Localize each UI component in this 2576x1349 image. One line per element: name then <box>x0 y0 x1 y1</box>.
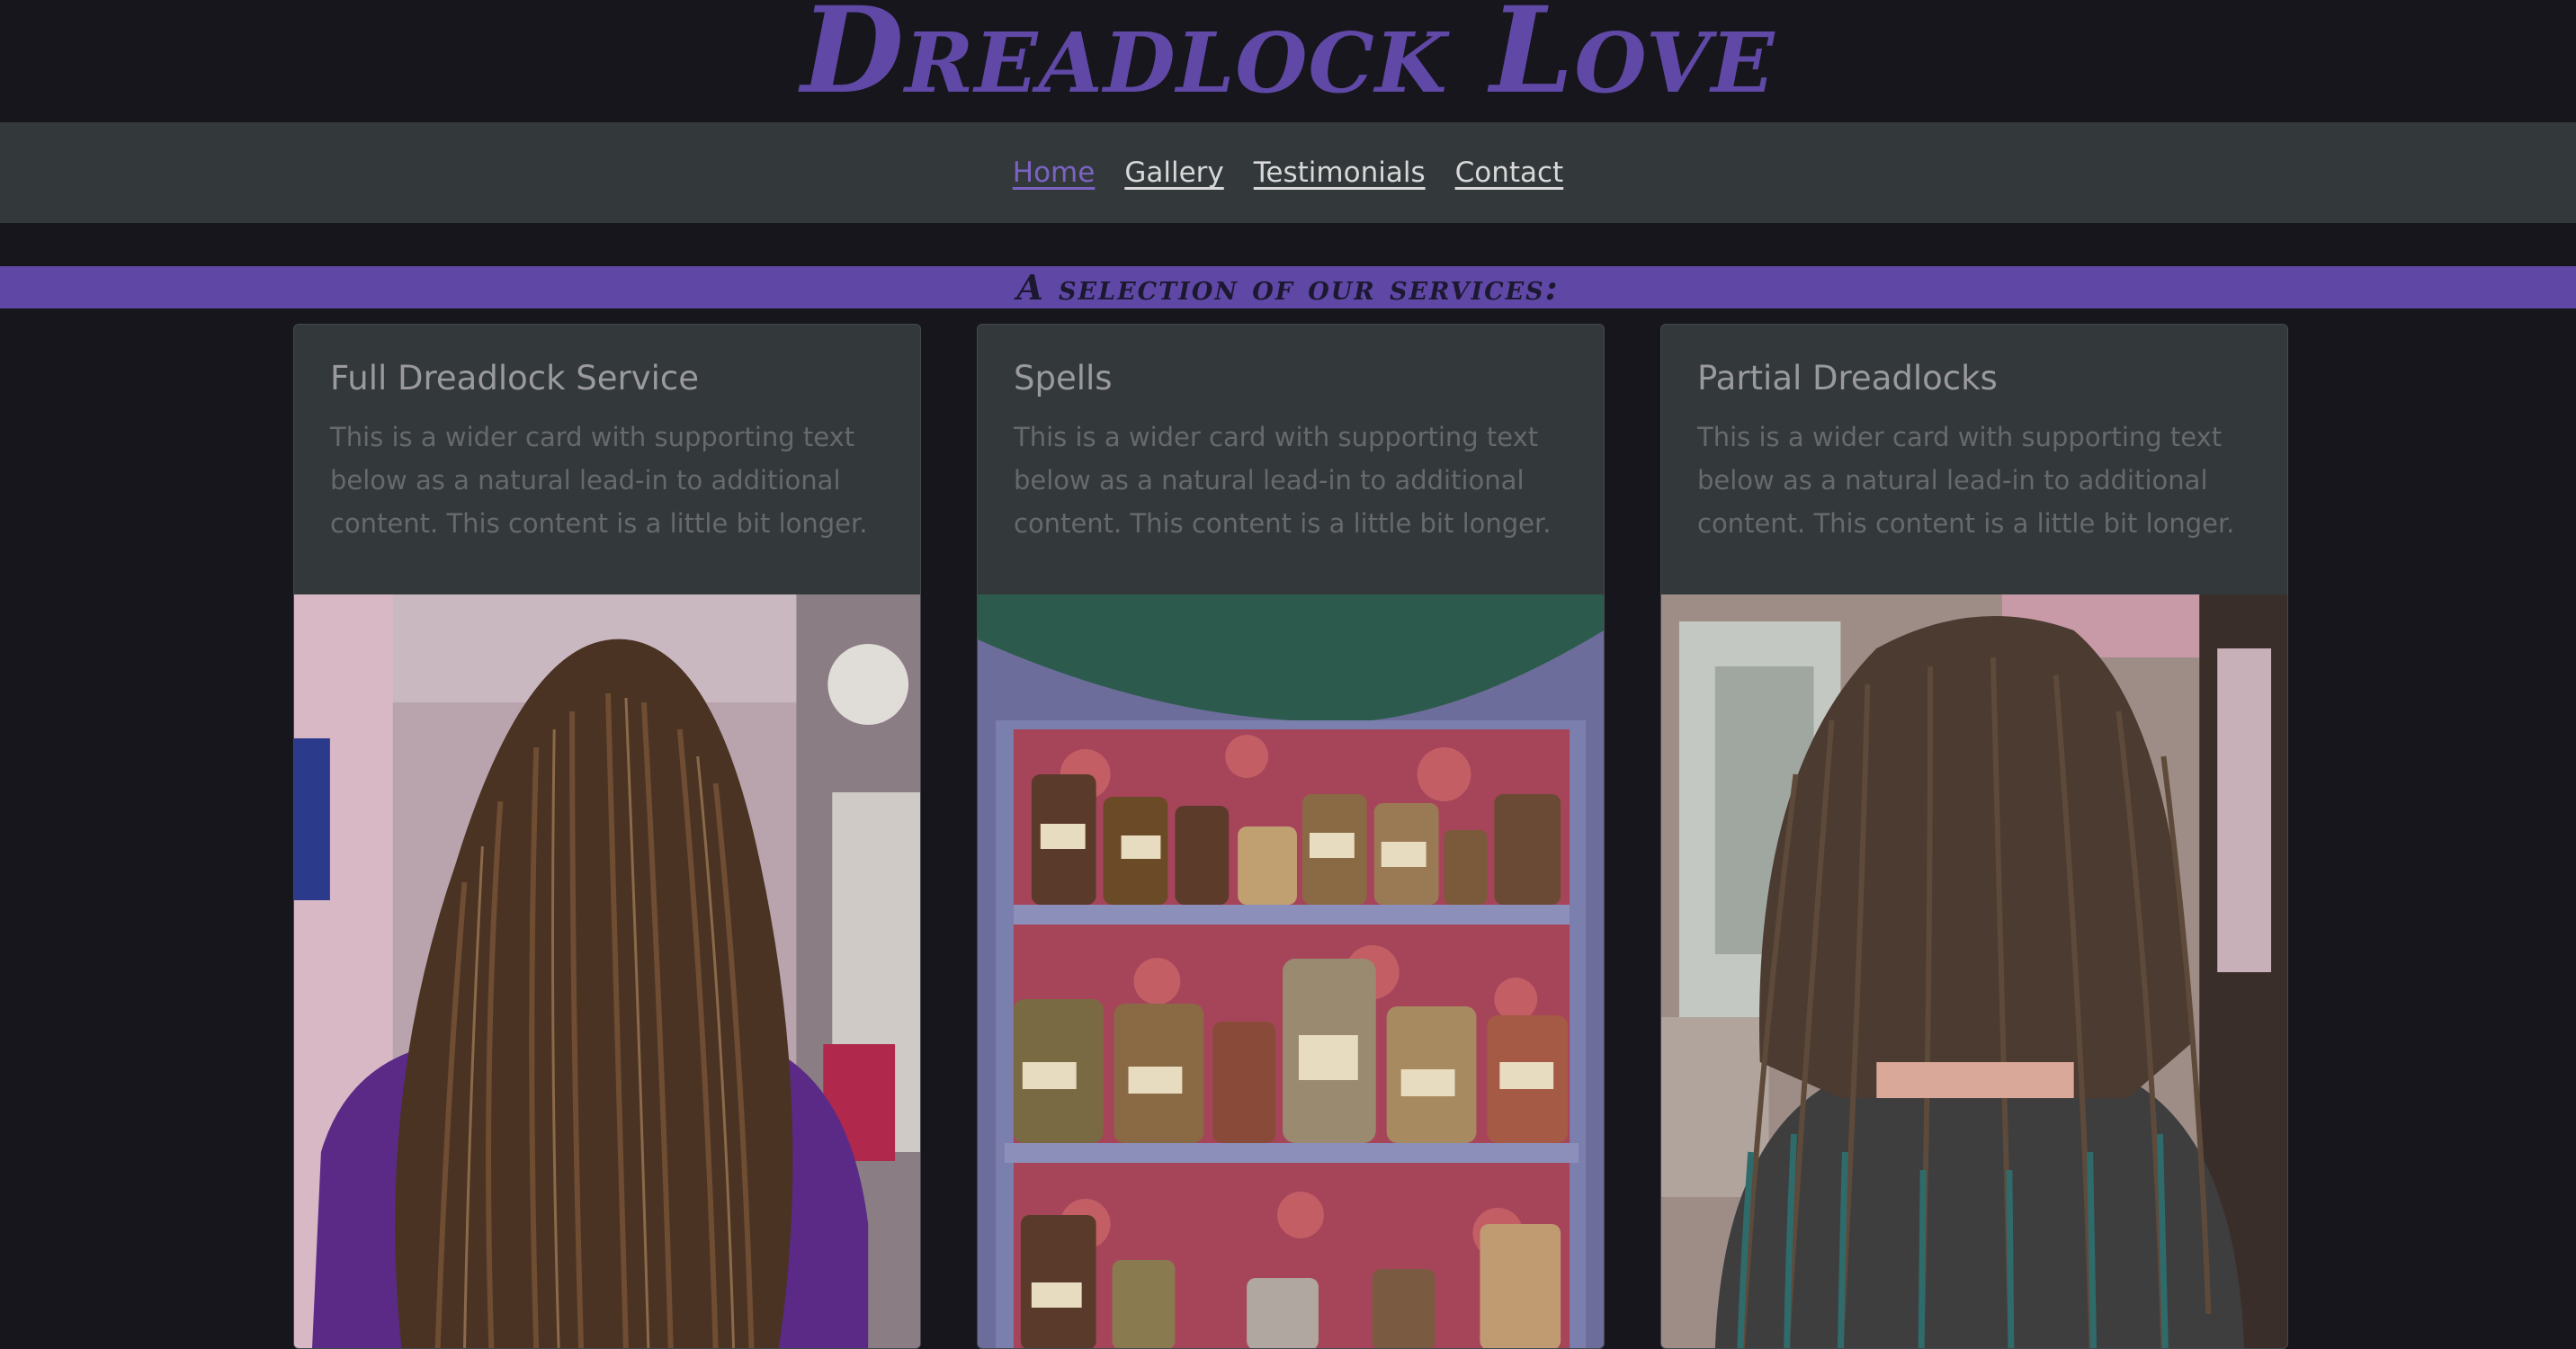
nav-link-contact[interactable]: Contact <box>1455 156 1564 189</box>
nav-link-home[interactable]: Home <box>1013 156 1096 189</box>
card-image-spell-jars-shelf <box>978 594 1604 1348</box>
main-navbar: Home Gallery Testimonials Contact <box>0 122 2576 223</box>
service-card-partial-dreadlocks: Partial Dreadlocks This is a wider card … <box>1660 324 2288 1349</box>
card-title: Spells <box>1014 359 1113 398</box>
card-image-dreadlocks-back <box>294 594 920 1348</box>
services-heading: A selection of our services: <box>0 266 2576 308</box>
card-image-partial-dreadlocks-back <box>1661 594 2287 1348</box>
card-text: This is a wider card with supporting tex… <box>1014 422 1552 539</box>
service-card-full-dreadlock: Full Dreadlock Service This is a wider c… <box>293 324 921 1349</box>
nav-link-testimonials[interactable]: Testimonials <box>1254 156 1426 189</box>
service-card-spells: Spells This is a wider card with support… <box>977 324 1605 1349</box>
card-text: This is a wider card with supporting tex… <box>330 422 868 539</box>
nav-link-gallery[interactable]: Gallery <box>1124 156 1223 189</box>
card-title: Full Dreadlock Service <box>330 359 700 398</box>
site-title: Dreadlock Love <box>801 0 1775 121</box>
card-text: This is a wider card with supporting tex… <box>1697 422 2235 539</box>
card-title: Partial Dreadlocks <box>1697 359 1998 398</box>
